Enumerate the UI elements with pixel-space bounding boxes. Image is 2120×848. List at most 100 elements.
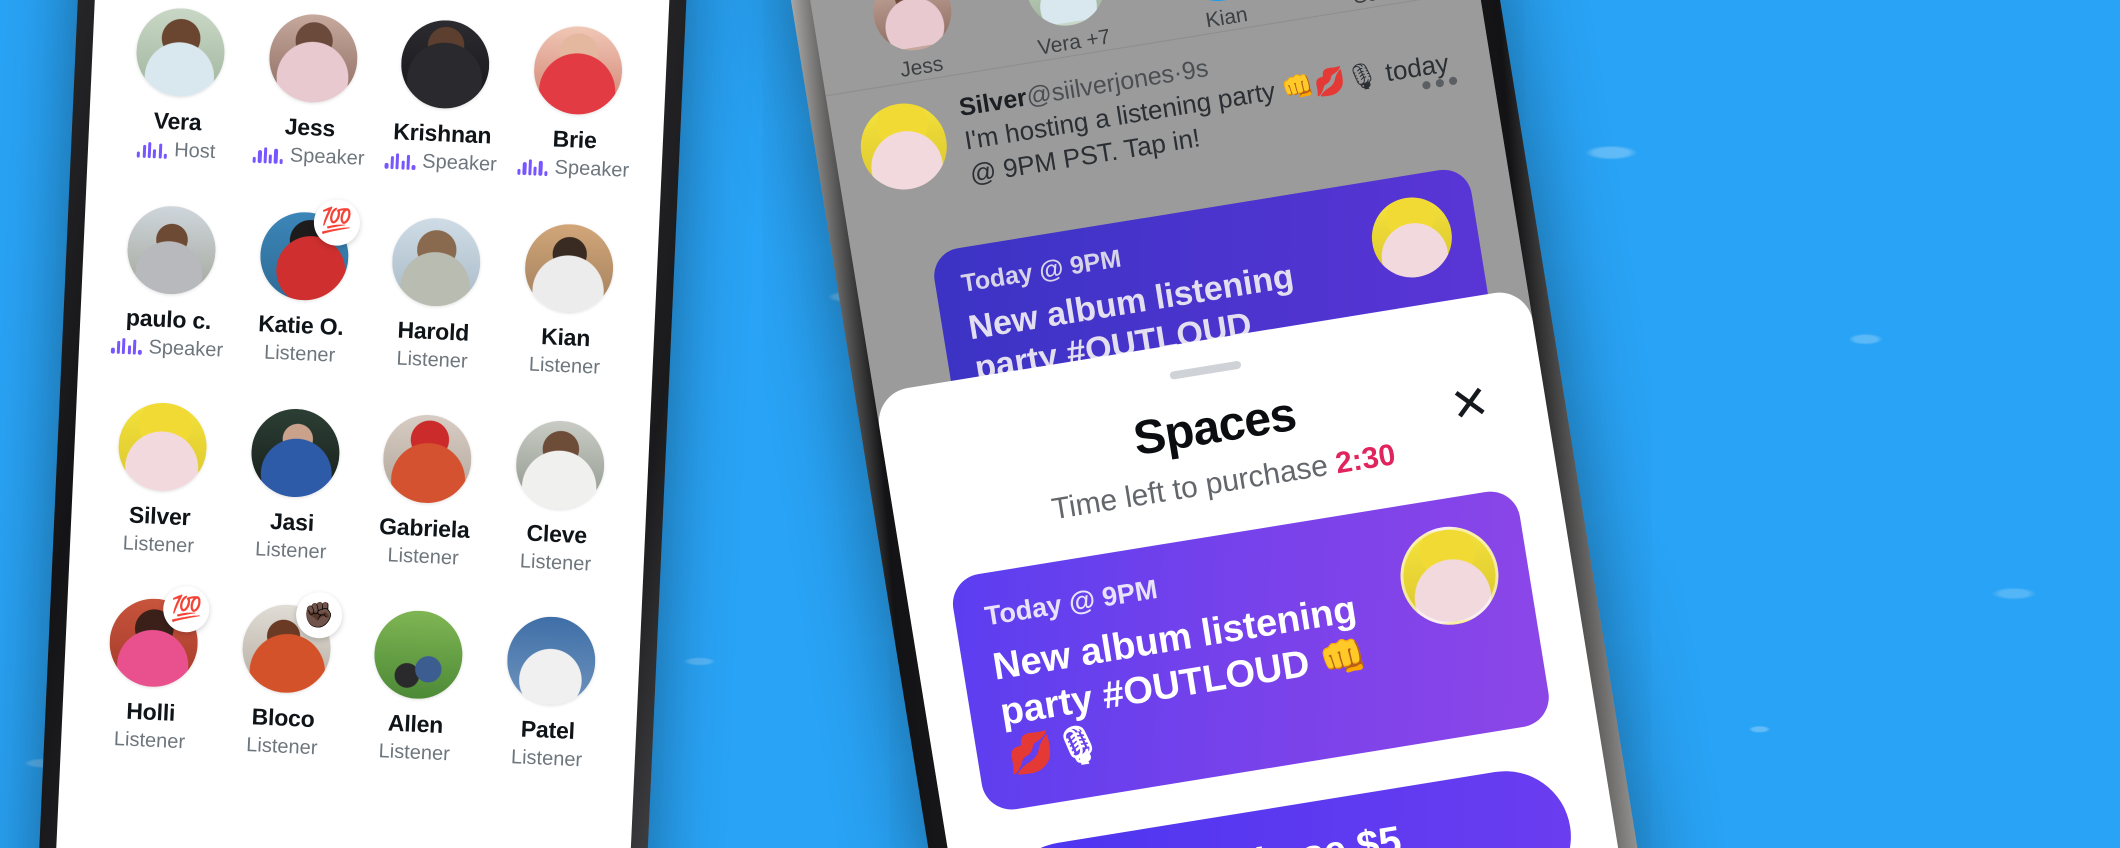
participant-role: Speaker: [252, 143, 365, 171]
participant-role: Listener: [528, 353, 600, 379]
participant-role-label: Listener: [396, 346, 469, 373]
participant-role-label: Listener: [510, 746, 583, 772]
speaking-waveform-icon: [517, 158, 548, 176]
avatar[interactable]: 💯: [107, 585, 211, 689]
participants-grid: Vera Host Jess Speaker Krishnan Speaker Brie Sp…: [85, 6, 644, 774]
participant-role: Listener: [113, 728, 185, 754]
avatar[interactable]: [522, 221, 615, 314]
participant-cell[interactable]: Patel Listener: [482, 614, 617, 774]
participant-role: Listener: [264, 341, 336, 367]
purchase-timer-value: 2:30: [1333, 438, 1398, 481]
speaking-waveform-icon: [111, 338, 142, 355]
tweet-timestamp[interactable]: 9s: [1180, 54, 1211, 86]
participant-name: Silver: [128, 501, 191, 531]
participant-role-label: Listener: [122, 532, 195, 558]
participant-name: Krishnan: [392, 118, 492, 149]
participant-cell[interactable]: Cleve Listener: [491, 418, 626, 578]
reaction-badge-icon: 💯: [162, 585, 211, 634]
participant-role: Listener: [255, 538, 327, 564]
participant-role-label: Speaker: [554, 156, 630, 182]
participant-role: Listener: [519, 550, 591, 576]
participant-role: Speaker: [111, 334, 224, 362]
avatar[interactable]: [505, 614, 597, 707]
participant-name: paulo c.: [125, 303, 212, 334]
reaction-badge-icon: ✊🏿: [294, 591, 343, 640]
participant-role-label: Speaker: [421, 150, 498, 176]
more-horizontal-icon[interactable]: •••: [1419, 64, 1464, 104]
participant-name: Bloco: [251, 703, 316, 733]
participant-cell[interactable]: 💯 Katie O. Listener: [235, 198, 370, 370]
phone-device-left: Vera Host Jess Speaker Krishnan Speaker Brie Sp…: [32, 0, 692, 848]
speaking-waveform-icon: [136, 141, 168, 159]
avatar[interactable]: 💯: [258, 198, 361, 302]
avatar[interactable]: [381, 413, 474, 505]
participant-name: Harold: [396, 316, 470, 346]
avatar[interactable]: [125, 203, 218, 296]
participants-grid-wrapper[interactable]: Vera Host Jess Speaker Krishnan Speaker Brie Sp…: [51, 0, 674, 848]
participant-role-label: Listener: [245, 734, 318, 760]
participant-name: Katie O.: [257, 309, 345, 340]
participant-role: Listener: [510, 746, 583, 772]
avatar[interactable]: [854, 97, 954, 196]
participant-cell[interactable]: Kian Listener: [500, 221, 635, 382]
participant-cell[interactable]: Jasi Listener: [226, 406, 361, 566]
participant-name: Cleve: [526, 519, 588, 549]
avatar[interactable]: [372, 608, 465, 701]
participant-role-label: Listener: [113, 728, 186, 754]
participant-cell[interactable]: Jess Speaker: [244, 12, 379, 173]
participant-cell[interactable]: paulo c. Speaker: [103, 203, 238, 364]
participant-role: Listener: [378, 740, 450, 766]
participant-name: Holli: [125, 697, 176, 726]
participant-role: Speaker: [384, 149, 498, 177]
participant-cell[interactable]: Allen Listener: [349, 608, 484, 768]
screenshot-canvas: Vera Host Jess Speaker Krishnan Speaker Brie Sp…: [0, 0, 2120, 848]
avatar[interactable]: ✊🏿: [240, 591, 343, 695]
avatar: [1366, 191, 1458, 284]
participant-role: Listener: [246, 734, 318, 760]
reaction-badge-icon: 💯: [312, 198, 361, 247]
participant-name: Allen: [387, 709, 444, 738]
participant-role-label: Listener: [254, 538, 327, 564]
participant-name: Brie: [552, 125, 598, 154]
avatar[interactable]: [249, 407, 342, 499]
face-pile-item[interactable]: Jess: [867, 0, 962, 86]
participant-cell[interactable]: Silver Listener: [94, 400, 229, 560]
avatar[interactable]: [513, 419, 606, 511]
avatar[interactable]: [531, 24, 624, 117]
avatar[interactable]: [134, 6, 227, 99]
participant-cell[interactable]: ✊🏿 Bloco Listener: [217, 591, 352, 762]
participant-cell[interactable]: Krishnan Speaker: [376, 18, 511, 179]
participant-cell[interactable]: Vera Host: [111, 6, 246, 167]
speaking-waveform-icon: [384, 152, 416, 170]
avatar: [1393, 519, 1506, 633]
participant-name: Kian: [540, 322, 591, 351]
participant-role-label: Host: [173, 139, 216, 164]
phone-device-right: JessVera +7KianSuzie Silver@siilverjones…: [762, 0, 1678, 848]
avatar[interactable]: [390, 215, 483, 308]
participant-name: Jasi: [269, 507, 315, 536]
participant-name: Gabriela: [378, 512, 471, 543]
speaking-waveform-icon: [252, 146, 284, 164]
participant-role-label: Listener: [263, 340, 336, 367]
participant-role: Speaker: [517, 155, 630, 183]
participant-role-label: Listener: [387, 544, 460, 570]
participant-role-label: Speaker: [289, 144, 365, 170]
participant-cell[interactable]: Harold Listener: [367, 215, 502, 376]
participant-role-label: Listener: [378, 740, 451, 766]
sheet-drag-handle[interactable]: [1169, 360, 1242, 380]
participant-role-label: Listener: [519, 550, 592, 576]
participant-role: Listener: [122, 532, 194, 558]
avatar[interactable]: [399, 18, 492, 111]
close-icon[interactable]: ✕: [1447, 375, 1493, 432]
avatar[interactable]: [867, 0, 958, 57]
participant-name: Patel: [520, 715, 576, 744]
participant-role-label: Speaker: [148, 335, 224, 362]
participant-cell[interactable]: 💯 Holli Listener: [85, 585, 220, 756]
avatar[interactable]: [267, 12, 360, 105]
space-card-featured[interactable]: Today @ 9PM New album listening party #O…: [948, 487, 1554, 814]
participant-role: Listener: [387, 544, 459, 570]
avatar[interactable]: [116, 401, 209, 493]
participant-name: Jess: [284, 113, 336, 142]
participant-cell[interactable]: Gabriela Listener: [358, 412, 493, 572]
participant-cell[interactable]: Brie Speaker: [509, 24, 644, 185]
